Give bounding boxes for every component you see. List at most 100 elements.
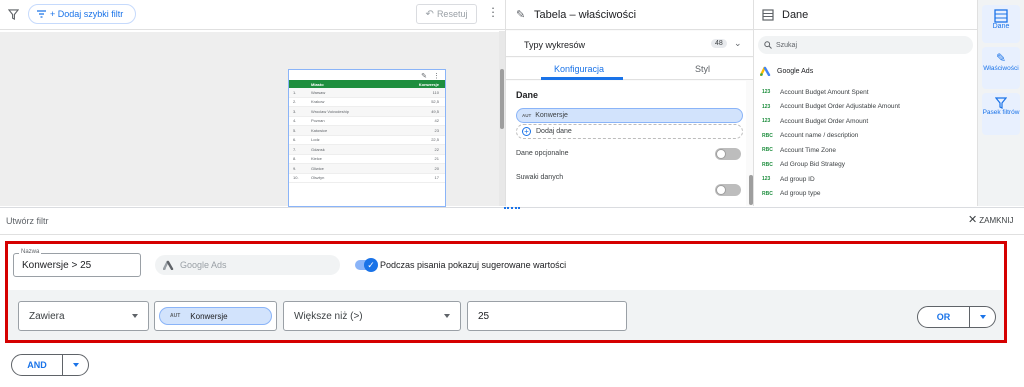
and-button[interactable]: AND [11, 354, 89, 376]
table-row: 3. Wroclaw Voivodeship 49,5 [289, 107, 445, 117]
properties-tabs: Konfiguracja Styl [506, 58, 754, 80]
highlight-frame [5, 241, 1007, 343]
field-list-item[interactable]: 123 Account Budget Amount Spent [762, 85, 972, 100]
google-ads-logo-icon [760, 66, 771, 76]
table-row: 10. Olsztyn 17 [289, 174, 445, 183]
add-quick-filter-button[interactable]: + Dodaj szybki filtr [28, 4, 136, 24]
table-row: 6. Lodz 22,5 [289, 136, 445, 145]
field-type-badge: 123 [762, 89, 771, 96]
field-type-badge: RBC [762, 190, 773, 197]
field-item-name: Ad Group Bid Strategy [780, 161, 846, 169]
reset-button[interactable]: ↶ Resetuj [416, 4, 477, 24]
undo-icon: ↶ [425, 8, 434, 20]
search-input[interactable]: Szukaj [758, 36, 973, 54]
row-value: 21 [434, 156, 439, 162]
add-data-button[interactable]: + Dodaj dane [516, 124, 743, 139]
row-value: 23 [434, 127, 439, 133]
field-type-badge: RBC [762, 132, 773, 139]
field-list-item[interactable]: 123 Ad group ID [762, 172, 972, 187]
row-city: Lodz [311, 137, 320, 143]
chart-menu-icon[interactable]: ⋮ [433, 72, 440, 80]
search-placeholder: Szukaj [776, 41, 798, 49]
filter-lines-icon [37, 10, 46, 18]
row-city: Wroclaw Voivodeship [311, 108, 349, 114]
field-type-badge: 123 [762, 176, 771, 183]
row-number: 2. [293, 99, 297, 105]
resize-handle[interactable] [504, 207, 520, 210]
row-number: 4. [293, 118, 297, 124]
row-value: 52,5 [431, 99, 439, 105]
table-icon [994, 9, 1008, 23]
properties-panel: ✎ Tabela – właściwości Typy wykresów 48 … [505, 0, 754, 206]
row-value: 110 [432, 89, 439, 95]
row-value: 22,5 [431, 137, 439, 143]
rail-properties-label: Właściwości [983, 65, 1019, 72]
filter-icon[interactable] [8, 9, 19, 20]
close-button[interactable]: ✕ ZAMKNIJ [968, 214, 1013, 226]
metric-chip[interactable]: AUT Konwersje [516, 108, 743, 123]
table-row: 4. Poznan 42 [289, 117, 445, 126]
field-item-name: Account Budget Order Adjustable Amount [780, 103, 900, 111]
pencil-icon: ✎ [995, 51, 1007, 65]
data-table: Miasto Konwersje 1. Warsaw 110 2. Krakow 52,5… [289, 80, 445, 183]
data-source-header: Google Ads [760, 66, 813, 76]
rail-data-button[interactable]: Dane [982, 5, 1020, 43]
row-number: 7. [293, 146, 297, 152]
add-circle-icon: + [522, 127, 531, 136]
row-city: Krakow [311, 99, 325, 105]
row-city: Poznan [311, 118, 325, 124]
row-city: Katowice [311, 127, 328, 133]
row-city: Gliwice [311, 165, 324, 171]
dropdown-arrow-icon [72, 363, 79, 367]
tab-configuration[interactable]: Konfiguracja [554, 64, 604, 74]
chart-types-row[interactable]: Typy wykresów 48 ⌄ [506, 31, 754, 57]
field-item-name: Ad group ID [780, 175, 815, 183]
metric-type: AUT [522, 113, 532, 118]
data-sliders-toggle[interactable] [715, 184, 741, 196]
row-number: 1. [293, 89, 297, 95]
table-icon [762, 9, 774, 21]
column-header-conversions[interactable]: Konwersje [379, 82, 439, 87]
field-list-item[interactable]: RBC Account name / description [762, 129, 972, 144]
report-canvas: ✎ ⋮ Miasto Konwersje 1. Warsaw 110 2. Krakow… [0, 31, 505, 207]
field-type-badge: 123 [762, 118, 771, 125]
more-options-icon[interactable]: · · · [490, 1, 496, 22]
edit-pencil-icon[interactable]: ✎ [421, 72, 427, 80]
data-panel: Dane Szukaj Google Ads 123 Account Budget… [753, 0, 978, 206]
field-item-name: Ad group type [780, 190, 821, 198]
optional-data-toggle[interactable] [715, 148, 741, 160]
and-label: AND [27, 360, 47, 370]
and-dropdown-button[interactable] [63, 363, 88, 367]
chevron-down-icon: ⌄ [734, 38, 742, 48]
row-city: Gdansk [311, 146, 325, 152]
field-list: 123 Account Budget Amount Spent 123 Account… [762, 85, 972, 201]
field-list-item[interactable]: 123 Account Budget Order Adjustable Amoun… [762, 100, 972, 115]
table-chart[interactable]: ✎ ⋮ Miasto Konwersje 1. Warsaw 110 2. Krakow… [288, 69, 446, 207]
table-row: 7. Gdansk 22 [289, 145, 445, 155]
data-section-title: Dane [516, 90, 539, 100]
rail-properties-button[interactable]: ✎ Właściwości [982, 47, 1020, 89]
rail-filter-bar-button[interactable]: Pasek filtrów [982, 93, 1020, 135]
active-tab-indicator [541, 77, 623, 80]
column-header-city[interactable]: Miasto [311, 82, 379, 87]
row-city: Olsztyn [311, 175, 325, 181]
filter-builder-title: Utwórz filtr [6, 216, 49, 226]
row-number: 5. [293, 127, 297, 133]
table-row: 1. Warsaw 110 [289, 88, 445, 98]
chart-types-count: 48 [711, 39, 727, 48]
add-quick-filter-label: + Dodaj szybki filtr [50, 9, 124, 19]
close-icon: ✕ [968, 214, 978, 226]
field-type-badge: 123 [762, 103, 771, 110]
field-list-item[interactable]: RBC Ad group type [762, 187, 972, 202]
rail-filter-bar-label: Pasek filtrów [982, 109, 1020, 116]
row-value: 20 [434, 165, 439, 171]
report-toolbar: + Dodaj szybki filtr ↶ Resetuj · · · [0, 0, 505, 30]
tab-style[interactable]: Styl [695, 64, 710, 74]
row-number: 3. [293, 108, 297, 114]
row-number: 8. [293, 156, 297, 162]
field-list-item[interactable]: RBC Account Time Zone [762, 143, 972, 158]
field-item-name: Account Time Zone [780, 146, 836, 154]
field-list-item[interactable]: RBC Ad Group Bid Strategy [762, 158, 972, 173]
table-row: 2. Krakow 52,5 [289, 98, 445, 107]
field-list-item[interactable]: 123 Account Budget Order Amount [762, 114, 972, 129]
